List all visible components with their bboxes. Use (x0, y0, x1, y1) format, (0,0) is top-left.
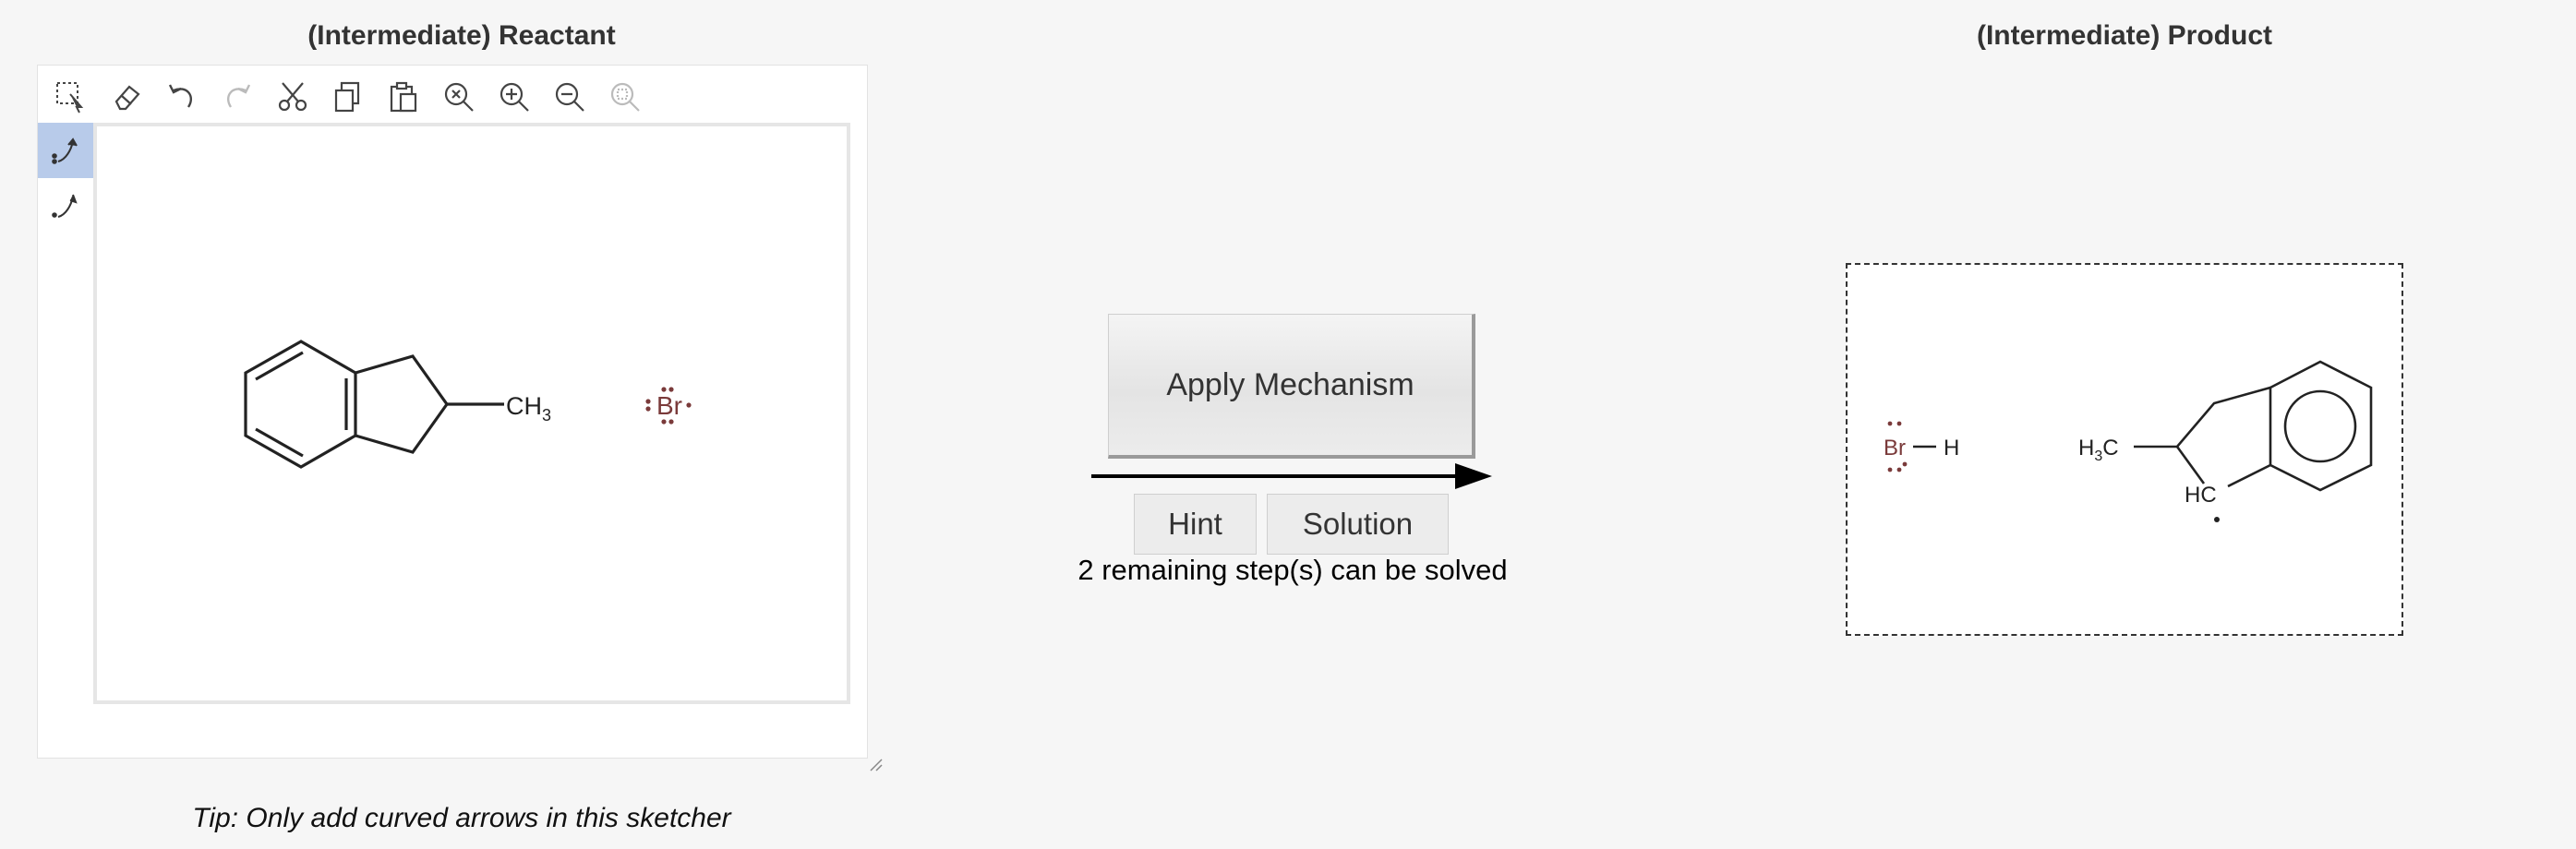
eraser-button[interactable] (99, 71, 154, 123)
carbocation-label: HC (2185, 483, 2217, 508)
paste-button[interactable] (376, 71, 431, 123)
reactant-title: (Intermediate) Reactant (307, 20, 616, 51)
electron-pair-arrow-tool[interactable] (38, 123, 93, 178)
bromide-label: Br (656, 391, 682, 420)
undo-button[interactable] (154, 71, 210, 123)
cut-button[interactable] (265, 71, 320, 123)
clear-icon (444, 82, 474, 112)
selection-tool-button[interactable] (43, 71, 99, 123)
redo-button[interactable] (210, 71, 265, 123)
copy-button[interactable] (320, 71, 376, 123)
reaction-arrow-icon (1091, 463, 1492, 489)
remaining-steps-text: 2 remaining step(s) can be solved (1077, 554, 1508, 586)
sketcher-canvas[interactable]: CH3 Br (93, 123, 850, 704)
indane-skeleton (244, 340, 504, 469)
solution-button[interactable]: Solution (1267, 494, 1449, 555)
zoom-out-button[interactable] (542, 71, 597, 123)
sketcher-tip: Tip: Only add curved arrows in this sket… (192, 803, 731, 833)
product-ring-skeleton (2134, 360, 2373, 492)
eraser-icon (114, 85, 140, 111)
selection-icon (56, 82, 84, 114)
zoom-in-button[interactable] (487, 71, 542, 123)
single-electron-arrow-tool[interactable] (38, 178, 93, 233)
copy-icon (334, 81, 360, 113)
redo-icon (226, 84, 251, 108)
electron-pair-arrow-icon (52, 138, 78, 164)
reactant-sketcher[interactable]: CH3 Br (37, 65, 883, 771)
product-methyl-label: H3C (2078, 436, 2119, 464)
zoom-reset-button[interactable] (597, 71, 653, 123)
product-molecules: Br H H3C HC (1884, 360, 2373, 522)
reactant-molecule: CH3 Br (244, 340, 692, 469)
hint-button[interactable]: Hint (1134, 494, 1257, 555)
arrow-tools (38, 123, 93, 233)
zoom-out-icon (555, 82, 584, 112)
hbr-bromine-label: Br (1884, 436, 1906, 460)
methyl-label: CH3 (506, 392, 551, 424)
product-title: (Intermediate) Product (1976, 20, 2273, 51)
zoom-reset-icon (610, 82, 640, 112)
hbr-hydrogen-label: H (1944, 436, 1959, 460)
cut-icon (278, 82, 307, 112)
clear-button[interactable] (431, 71, 487, 123)
undo-icon (168, 84, 193, 108)
apply-mechanism-button[interactable]: Apply Mechanism (1108, 314, 1475, 459)
single-electron-arrow-icon (52, 194, 78, 218)
resize-grip-icon[interactable] (867, 756, 884, 772)
zoom-in-icon (500, 82, 529, 112)
radical-dot (2214, 517, 2220, 522)
sketcher-toolbar (43, 71, 653, 123)
paste-icon (390, 81, 417, 113)
product-display: Br H H3C HC (1846, 263, 2403, 636)
